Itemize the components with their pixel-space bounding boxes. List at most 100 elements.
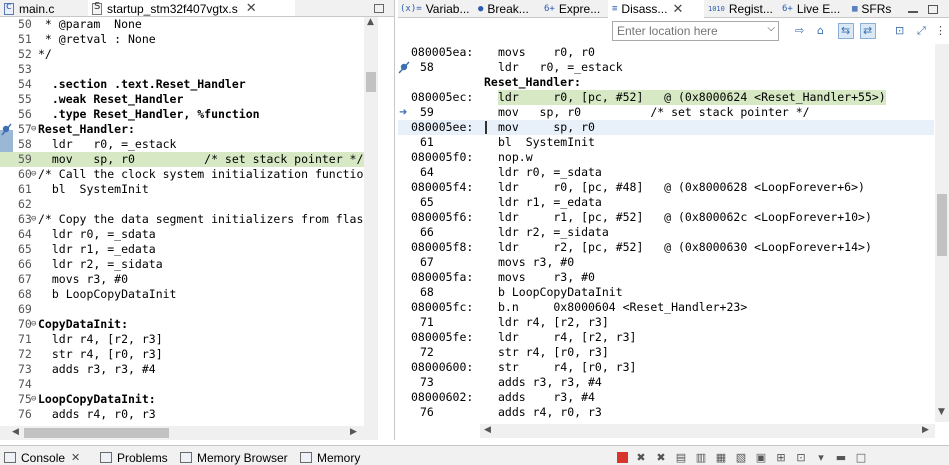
- source-line[interactable]: 66 ldr r2, =_sidata: [0, 257, 378, 272]
- restore-icon[interactable]: [368, 0, 394, 16]
- remove-all-icon[interactable]: ✖: [654, 451, 668, 464]
- tab-memory[interactable]: Memory: [300, 449, 360, 465]
- instruction-row[interactable]: 080005fe: ldr r4, [r2, r3]: [398, 330, 934, 345]
- source-row[interactable]: 68 b LoopCopyDataInit: [398, 285, 934, 300]
- tab-live-expressions[interactable]: 6+ Live E...: [782, 0, 840, 18]
- source-row[interactable]: 72 str r4, [r0, r3]: [398, 345, 934, 360]
- tab-disassembly[interactable]: ≡ Disass... ✕: [608, 0, 704, 18]
- tab-registers[interactable]: 1010 Regist...: [708, 0, 773, 18]
- source-line[interactable]: 69: [0, 302, 378, 317]
- source-line[interactable]: 58 ldr r0, =_estack: [0, 137, 378, 152]
- scroll-down-icon[interactable]: ▼: [938, 407, 945, 417]
- label-row[interactable]: Reset_Handler:: [398, 75, 934, 90]
- source-row[interactable]: 76 adds r4, r0, r3: [398, 405, 934, 420]
- scroll-right-icon[interactable]: ▶: [350, 427, 357, 437]
- source-line[interactable]: 71 ldr r4, [r2, r3]: [0, 332, 378, 347]
- tab-sfrs[interactable]: ▦ SFRs: [852, 0, 891, 18]
- goto-pc-button[interactable]: ⇨: [792, 23, 808, 39]
- word-wrap-icon[interactable]: ▦: [714, 451, 728, 464]
- source-row[interactable]: 58 ldr r0, =_estack: [398, 60, 934, 75]
- open-console-icon[interactable]: ⊞: [774, 451, 788, 464]
- source-row[interactable]: 59 mov sp, r0 /* set stack pointer */ ➜: [398, 105, 934, 120]
- maximize-icon[interactable]: □: [854, 451, 868, 464]
- disassembly-vertical-scrollbar[interactable]: ▼: [935, 44, 949, 422]
- source-line[interactable]: 74: [0, 377, 378, 392]
- location-input[interactable]: [613, 22, 763, 40]
- source-row[interactable]: 66 ldr r2, =_sidata: [398, 225, 934, 240]
- tab-memory-browser[interactable]: Memory Browser: [180, 449, 288, 465]
- source-line[interactable]: 73 adds r3, r3, #4: [0, 362, 378, 377]
- maximize-icon[interactable]: [928, 0, 938, 18]
- tab-expressions[interactable]: 6+ Expre...: [544, 0, 600, 18]
- new-view-button[interactable]: ⊡: [892, 23, 908, 39]
- minimize-icon[interactable]: ▬: [834, 451, 848, 464]
- instruction-row[interactable]: 080005f6: ldr r1, [pc, #52] @ (0x800062c …: [398, 210, 934, 225]
- console-menu-icon[interactable]: ▾: [814, 451, 828, 464]
- source-line[interactable]: 64 ldr r0, =_sdata: [0, 227, 378, 242]
- fold-icon[interactable]: ⊖: [31, 392, 36, 407]
- disassembly-listing[interactable]: 080005ea: movs r0, r0 58 ldr r0, =_estack Re…: [398, 44, 934, 422]
- source-line[interactable]: 50 * @param None: [0, 17, 378, 32]
- source-line[interactable]: 75 LoopCopyDataInit: ⊖: [0, 392, 378, 407]
- source-line[interactable]: 67 movs r3, #0: [0, 272, 378, 287]
- display-console-icon[interactable]: ▣: [754, 451, 768, 464]
- instruction-row[interactable]: 080005f8: ldr r2, [pc, #52] @ (0x8000630 …: [398, 240, 934, 255]
- source-line[interactable]: 56 .type Reset_Handler, %function: [0, 107, 378, 122]
- view-menu-button[interactable]: ⋮: [932, 23, 946, 39]
- tab-breakpoints[interactable]: ● Break...: [478, 0, 529, 18]
- new-console-icon[interactable]: ⊡: [794, 451, 808, 464]
- source-line[interactable]: 63/* Copy the data segment initializers …: [0, 212, 378, 227]
- source-row[interactable]: 67 movs r3, #0: [398, 255, 934, 270]
- editor-horizontal-scrollbar[interactable]: ◀ ▶: [0, 426, 378, 440]
- source-line[interactable]: 62: [0, 197, 378, 212]
- source-line[interactable]: 72 str r4, [r0, r3]: [0, 347, 378, 362]
- source-line[interactable]: 70 CopyDataInit: ⊖: [0, 317, 378, 332]
- instruction-row[interactable]: 080005ee: mov sp, r0: [398, 120, 934, 135]
- location-combo[interactable]: ⌵: [612, 21, 779, 41]
- home-button[interactable]: ⌂: [814, 23, 830, 39]
- scroll-up-icon[interactable]: ▲: [367, 17, 374, 27]
- source-line[interactable]: 57 Reset_Handler: ⊖: [0, 122, 378, 137]
- remove-launch-icon[interactable]: ✖: [634, 451, 648, 464]
- source-line[interactable]: 53: [0, 62, 378, 77]
- show-source-button[interactable]: ⇄: [860, 23, 876, 39]
- instruction-row[interactable]: 080005ea: movs r0, r0: [398, 45, 934, 60]
- source-row[interactable]: 65 ldr r1, =_edata: [398, 195, 934, 210]
- tab-startup-s[interactable]: startup_stm32f407vgtx.s ✕: [88, 0, 295, 16]
- source-line[interactable]: 76 adds r4, r0, r3: [0, 407, 378, 422]
- source-code-area[interactable]: 50 * @param None 51 * @retval : None 52 */5…: [0, 17, 378, 423]
- instruction-row[interactable]: 080005fa: movs r3, #0: [398, 270, 934, 285]
- scroll-left-icon[interactable]: ◀: [12, 427, 19, 437]
- pin-button[interactable]: ⤢: [914, 23, 930, 39]
- source-line[interactable]: 68 b LoopCopyDataInit: [0, 287, 378, 302]
- fold-icon[interactable]: ⊖: [31, 167, 36, 182]
- fold-icon[interactable]: ⊖: [31, 212, 36, 227]
- fold-icon[interactable]: ⊖: [31, 317, 36, 332]
- chevron-down-icon[interactable]: ⌵: [767, 23, 775, 34]
- instruction-row[interactable]: 080005ec: ldr r0, [pc, #52] @ (0x8000624 …: [398, 90, 934, 105]
- fold-icon[interactable]: ⊖: [31, 122, 36, 137]
- breakpoint-icon[interactable]: [1, 123, 12, 136]
- source-row[interactable]: 71 ldr r4, [r2, r3]: [398, 315, 934, 330]
- source-line[interactable]: 59 mov sp, r0 /* set stack pointer */: [0, 152, 378, 167]
- source-line[interactable]: 55 .weak Reset_Handler: [0, 92, 378, 107]
- instruction-row[interactable]: 080005f0: nop.w: [398, 150, 934, 165]
- close-icon[interactable]: ✕: [246, 1, 257, 16]
- instruction-row[interactable]: 080005fc: b.n 0x8000604 <Reset_Handler+23…: [398, 300, 934, 315]
- pin-console-icon[interactable]: ▧: [734, 451, 748, 464]
- scroll-thumb[interactable]: [24, 428, 169, 438]
- scroll-thumb[interactable]: [937, 194, 947, 256]
- source-row[interactable]: 64 ldr r0, =_sdata: [398, 165, 934, 180]
- source-line[interactable]: 60/* Call the clock system initializatio…: [0, 167, 378, 182]
- tab-console[interactable]: Console ✕: [4, 449, 80, 465]
- scroll-left-icon[interactable]: ◀: [484, 425, 491, 435]
- tab-main-c[interactable]: main.c: [0, 0, 88, 16]
- source-line[interactable]: 52 */: [0, 47, 378, 62]
- source-row[interactable]: 73 adds r3, r3, #4: [398, 375, 934, 390]
- terminate-icon[interactable]: [617, 452, 628, 463]
- source-row[interactable]: 61 bl SystemInit: [398, 135, 934, 150]
- close-icon[interactable]: ✕: [672, 2, 683, 17]
- instruction-row[interactable]: 080005f4: ldr r0, [pc, #48] @ (0x8000628 …: [398, 180, 934, 195]
- scroll-lock-icon[interactable]: ▥: [694, 451, 708, 464]
- source-line[interactable]: 61 bl SystemInit: [0, 182, 378, 197]
